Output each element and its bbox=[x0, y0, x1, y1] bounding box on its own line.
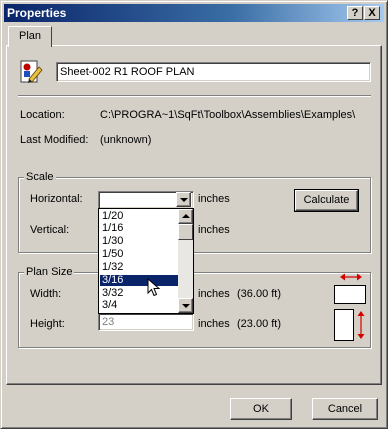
scroll-down-button[interactable] bbox=[178, 298, 193, 313]
chevron-down-icon bbox=[180, 198, 188, 202]
sheet-pencil-icon bbox=[18, 59, 44, 85]
horizontal-dropdown-button[interactable] bbox=[176, 192, 191, 207]
plan-size-group bbox=[18, 272, 371, 348]
dropdown-option[interactable]: 1/20 bbox=[100, 211, 178, 222]
vertical-label: Vertical: bbox=[30, 224, 70, 236]
dropdown-option[interactable]: 1/16 bbox=[100, 223, 178, 234]
horizontal-scale-combobox[interactable] bbox=[98, 191, 194, 209]
scroll-thumb[interactable] bbox=[178, 224, 193, 240]
height-units: inches bbox=[198, 318, 230, 330]
plan-name-field[interactable]: Sheet-002 R1 ROOF PLAN bbox=[56, 62, 371, 82]
tab-plan-label: Plan bbox=[18, 30, 42, 42]
mouse-pointer-icon bbox=[147, 277, 161, 301]
width-preview-box bbox=[334, 285, 366, 304]
height-feet: (23.00 ft) bbox=[237, 318, 282, 330]
plan-size-group-title: Plan Size bbox=[24, 266, 75, 278]
last-modified-label: Last Modified: bbox=[20, 134, 89, 146]
dropdown-option[interactable]: 3/4 bbox=[100, 300, 178, 311]
vertical-double-arrow-icon bbox=[356, 310, 366, 340]
dropdown-option[interactable]: 1/50 bbox=[100, 249, 178, 260]
dropdown-option[interactable]: 3/32 bbox=[100, 288, 178, 299]
scroll-up-button[interactable] bbox=[178, 209, 193, 224]
separator bbox=[18, 95, 371, 97]
width-feet: (36.00 ft) bbox=[237, 288, 282, 300]
height-input[interactable]: 23 bbox=[98, 313, 194, 331]
horizontal-scale-dropdown-list: 1/20 1/16 1/30 1/50 1/32 3/16 3/32 3/4 bbox=[98, 208, 194, 314]
location-label: Location: bbox=[20, 109, 65, 121]
properties-dialog: Properties ? X Plan Sheet-002 R1 ROOF PL… bbox=[0, 0, 388, 429]
tab-plan[interactable]: Plan bbox=[8, 26, 52, 47]
scroll-down-arrow-icon bbox=[182, 304, 190, 308]
calculate-button[interactable]: Calculate bbox=[294, 189, 359, 212]
last-modified-value: (unknown) bbox=[100, 134, 152, 146]
height-label: Height: bbox=[30, 318, 65, 330]
height-value: 23 bbox=[102, 316, 115, 328]
calculate-button-label: Calculate bbox=[303, 194, 350, 206]
dropdown-scrollbar[interactable] bbox=[178, 209, 193, 313]
location-value: C:\PROGRA~1\SqFt\Toolbox\Assemblies\Exam… bbox=[100, 109, 356, 121]
height-preview-box bbox=[334, 309, 354, 341]
width-label: Width: bbox=[30, 288, 62, 300]
cancel-button[interactable]: Cancel bbox=[312, 398, 378, 420]
horizontal-units: inches bbox=[198, 193, 230, 205]
horizontal-double-arrow-icon bbox=[339, 272, 363, 282]
dropdown-option[interactable]: 1/30 bbox=[100, 236, 178, 247]
plan-name-value: Sheet-002 R1 ROOF PLAN bbox=[60, 66, 195, 78]
width-units: inches bbox=[198, 288, 230, 300]
scale-group-title: Scale bbox=[24, 171, 56, 183]
help-button[interactable]: ? bbox=[347, 6, 363, 20]
dropdown-option-selected[interactable]: 3/16 bbox=[100, 275, 178, 286]
horizontal-label: Horizontal: bbox=[30, 193, 83, 205]
ok-button-label: OK bbox=[253, 403, 269, 415]
vertical-units: inches bbox=[198, 224, 230, 236]
title-bar: Properties ? X bbox=[4, 4, 384, 22]
scroll-up-arrow-icon bbox=[182, 214, 190, 218]
dropdown-option[interactable]: 1/32 bbox=[100, 262, 178, 273]
ok-button[interactable]: OK bbox=[230, 398, 292, 420]
cancel-button-label: Cancel bbox=[327, 403, 363, 415]
scale-group bbox=[18, 177, 371, 253]
window-title: Properties bbox=[7, 6, 67, 20]
close-button[interactable]: X bbox=[364, 6, 380, 20]
